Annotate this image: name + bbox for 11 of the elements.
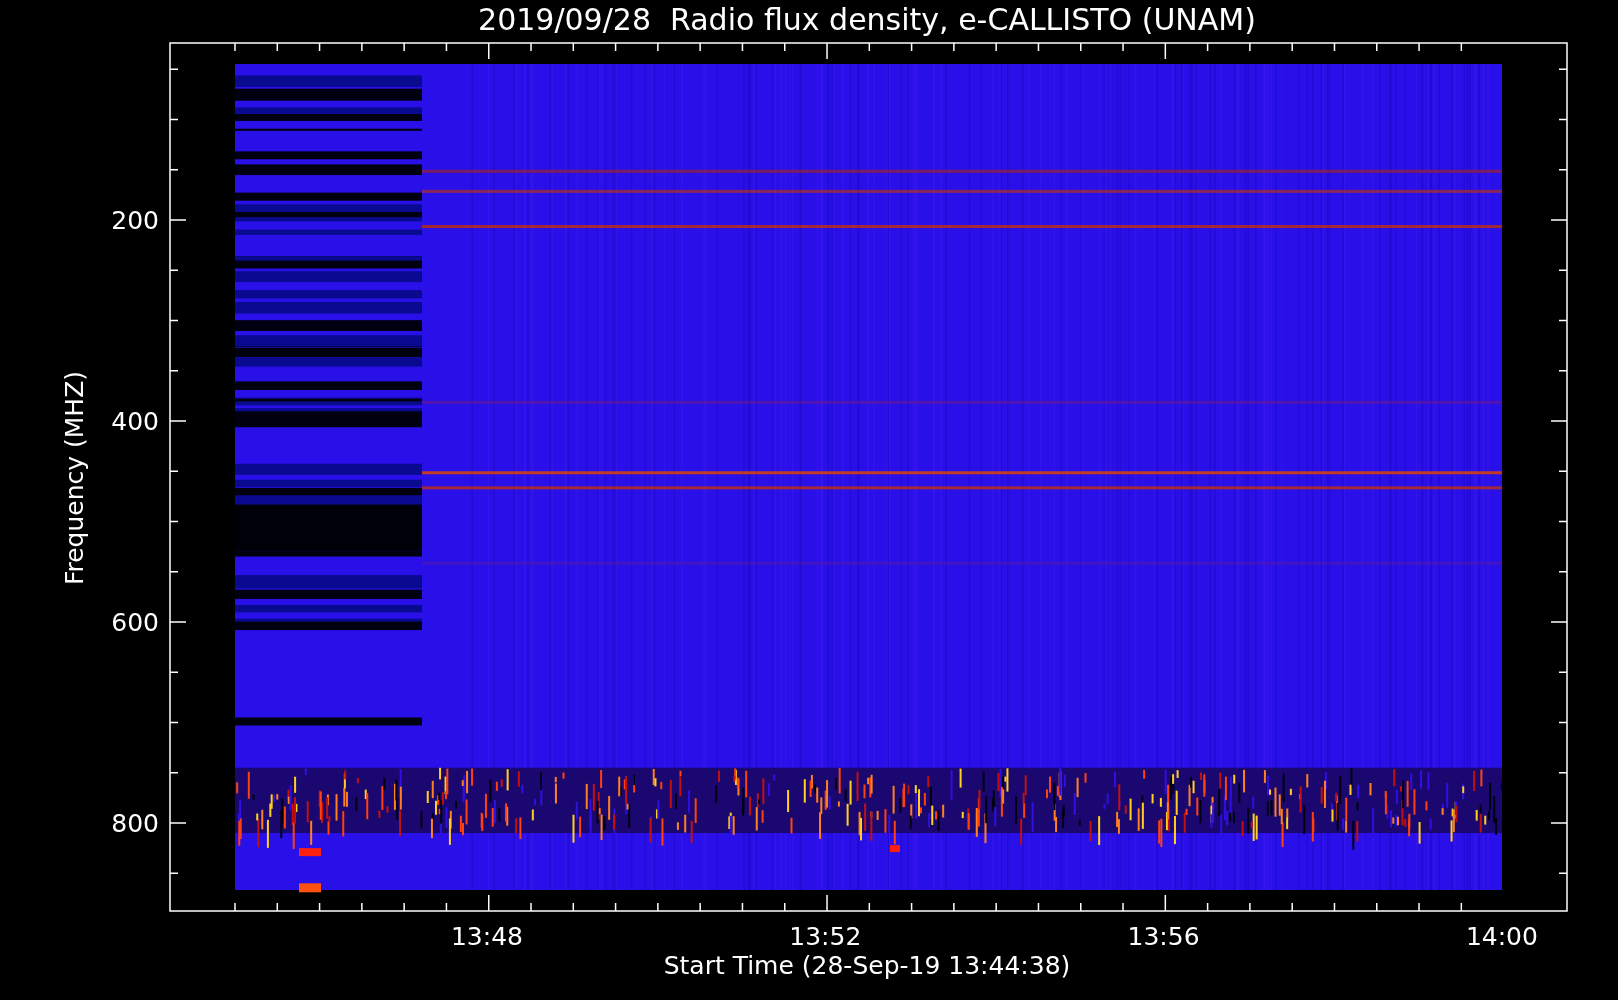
axis-label: Start Time (28-Sep-19 13:44:38) [663,951,1071,980]
axis-tick-label: 600 [111,608,159,637]
axis-tick-label: 13:48 [451,922,523,951]
axis-tick-label: 13:52 [789,922,862,951]
axis-tick-label: 400 [111,407,159,436]
axis-tick-label: 200 [111,206,159,235]
axis-tick-label: 800 [111,809,159,838]
axis-tick-label: 14:00 [1465,922,1538,951]
axis-label: Frequency (MHZ) [60,370,89,586]
chart-title: 2019/09/28 Radio flux density, e-CALLISTO (UNAM) [478,2,1256,37]
axis-tick-label: 13:56 [1127,922,1200,951]
